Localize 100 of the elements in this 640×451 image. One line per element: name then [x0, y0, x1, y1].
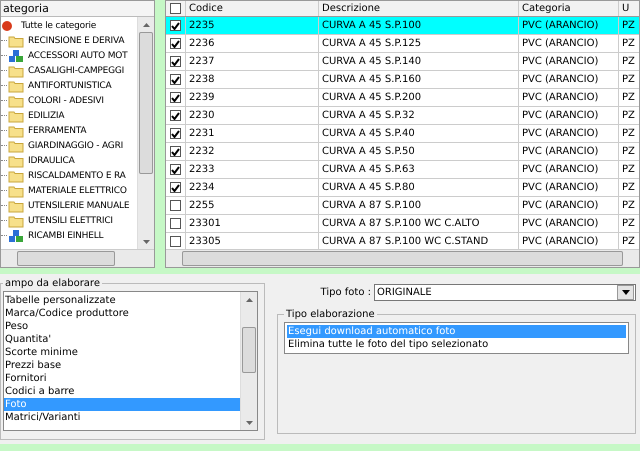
table-cell: PVC (ARANCIO) — [519, 179, 619, 196]
checkbox[interactable] — [170, 20, 181, 31]
list-item[interactable]: Quantita' — [4, 333, 240, 346]
table-cell-text: PZ — [621, 199, 636, 213]
list-item[interactable]: Marca/Codice produttore — [4, 307, 240, 320]
table-cell: 2232 — [186, 143, 319, 160]
checkbox[interactable] — [170, 56, 181, 67]
column-header[interactable]: Codice — [186, 1, 319, 16]
checkbox[interactable] — [170, 110, 181, 121]
checkbox[interactable] — [170, 38, 181, 49]
table-cell: PVC (ARANCIO) — [519, 53, 619, 70]
scroll-down-icon[interactable] — [142, 240, 150, 244]
tree-item[interactable]: UTENSILERIE MANUALE — [28, 200, 130, 210]
checkbox[interactable] — [170, 200, 181, 211]
folder-icon — [8, 94, 24, 108]
table-cell-text: PZ — [621, 37, 636, 51]
table-cell: PVC (ARANCIO) — [519, 143, 619, 160]
checkbox[interactable] — [170, 92, 181, 103]
list-item[interactable]: Matrici/Varianti — [4, 411, 240, 424]
vertical-scrollbar[interactable] — [137, 17, 154, 249]
list-item[interactable]: Tabelle personalizzate — [4, 294, 240, 307]
table-cell: PVC (ARANCIO) — [519, 107, 619, 124]
folder-icon — [8, 154, 24, 168]
horizontal-scrollbar[interactable] — [166, 249, 639, 267]
table-cell: PVC (ARANCIO) — [519, 125, 619, 142]
tree-item[interactable]: COLORI - ADESIVI — [28, 96, 104, 106]
table-cell: PVC (ARANCIO) — [519, 89, 619, 106]
list-item[interactable]: Scorte minime — [4, 346, 240, 359]
folder-icon — [8, 184, 24, 198]
table-cell-text: PZ — [621, 73, 636, 87]
processing-listbox[interactable]: Esegui download automatico foto Elimina tutte le foto del tipo selezionato — [284, 322, 629, 354]
list-item[interactable]: Prezzi base — [4, 359, 240, 372]
tree-item[interactable]: EDILIZIA — [28, 110, 64, 120]
table-cell: CURVA A 45 S.P.32 — [319, 107, 519, 124]
column-header[interactable]: Descrizione — [319, 1, 519, 16]
group-title: ampo da elaborare — [4, 278, 101, 289]
table-cell: CURVA A 45 S.P.100 — [319, 17, 519, 34]
table-cell-text: PZ — [621, 19, 636, 33]
table-cell-text: PZ — [621, 127, 636, 141]
field-listbox[interactable]: Tabelle personalizzate Marca/Codice produttore Peso Quantita' Scorte minime Prezzi base Fornitori Codici a barre Foto Matrici/Varianti — [3, 291, 258, 431]
folder-icon — [8, 198, 24, 212]
list-item[interactable]: Elimina tutte le foto del tipo selezionato — [287, 338, 626, 351]
list-item[interactable]: Codici a barre — [4, 385, 240, 398]
table-cell: 2237 — [186, 53, 319, 70]
table-cell: CURVA A 45 S.P.80 — [319, 179, 519, 196]
table-cell: 2230 — [186, 107, 319, 124]
blocks-icon — [8, 228, 24, 242]
table-cell: CURVA A 45 S.P.140 — [319, 53, 519, 70]
tree-item[interactable]: MATERIALE ELETTRICO — [28, 186, 127, 196]
tree-item[interactable]: ACCESSORI AUTO MOT — [28, 50, 128, 60]
table-cell: 2236 — [186, 35, 319, 52]
table-cell-text: PZ — [621, 235, 636, 249]
table-cell: PVC (ARANCIO) — [519, 197, 619, 214]
table-cell: 2239 — [186, 89, 319, 106]
table-cell: CURVA A 45 S.P.200 — [319, 89, 519, 106]
blocks-icon — [8, 48, 24, 62]
checkbox[interactable] — [170, 218, 181, 229]
table-cell-text: PZ — [621, 109, 636, 123]
table-cell-text: PZ — [621, 145, 636, 159]
tree-item[interactable]: RICAMBI EINHELL — [28, 230, 104, 240]
tree-item[interactable]: RISCALDAMENTO E RA — [28, 170, 126, 180]
photo-type-dropdown[interactable]: ORIGINALE — [374, 284, 636, 301]
table-cell: 2231 — [186, 125, 319, 142]
column-header[interactable]: U — [619, 1, 639, 16]
tree-item[interactable]: IDRAULICA — [28, 156, 75, 166]
folder-icon — [8, 34, 24, 48]
checkbox[interactable] — [170, 74, 181, 85]
tree-item[interactable]: RECINSIONE E DERIVA — [28, 36, 124, 46]
folder-icon — [8, 124, 24, 138]
scroll-up-icon[interactable] — [246, 298, 252, 302]
vertical-scrollbar[interactable] — [240, 292, 257, 430]
checkbox[interactable] — [170, 164, 181, 175]
column-header[interactable]: Categoria — [519, 1, 619, 16]
checkbox[interactable] — [170, 182, 181, 193]
checkbox[interactable] — [170, 236, 181, 247]
list-item[interactable]: Fornitori — [4, 372, 240, 385]
table-cell-text: PZ — [621, 55, 636, 69]
tree-item[interactable]: FERRAMENTA — [28, 126, 86, 136]
tree-item[interactable]: CASALIGHI-CAMPEGGI — [28, 66, 124, 76]
checkbox[interactable] — [170, 128, 181, 139]
scroll-up-icon[interactable] — [142, 22, 150, 26]
folder-icon — [8, 78, 24, 92]
horizontal-scrollbar[interactable] — [1, 249, 154, 267]
table-cell: CURVA A 45 S.P.40 — [319, 125, 519, 142]
column-header: ategoria — [1, 1, 154, 17]
table-cell: PVC (ARANCIO) — [519, 161, 619, 178]
scroll-down-icon[interactable] — [246, 420, 252, 424]
checkbox[interactable] — [170, 3, 181, 14]
tree-item[interactable]: GIARDINAGGIO - AGRI — [28, 140, 124, 150]
list-item[interactable]: Peso — [4, 320, 240, 333]
checkbox[interactable] — [170, 146, 181, 157]
folder-icon — [8, 138, 24, 152]
table-cell: CURVA A 87 S.P.100 WC C.ALTO — [319, 215, 519, 232]
tree-item[interactable]: Tutte le categorie — [21, 20, 96, 30]
tree-item[interactable]: ANTIFORTUNISTICA — [28, 80, 112, 90]
table-cell: PVC (ARANCIO) — [519, 215, 619, 232]
folder-icon — [8, 214, 24, 228]
folder-icon — [8, 108, 24, 122]
tree-item[interactable]: UTENSILI ELETTRICI — [28, 216, 113, 226]
table-cell: PVC (ARANCIO) — [519, 17, 619, 34]
